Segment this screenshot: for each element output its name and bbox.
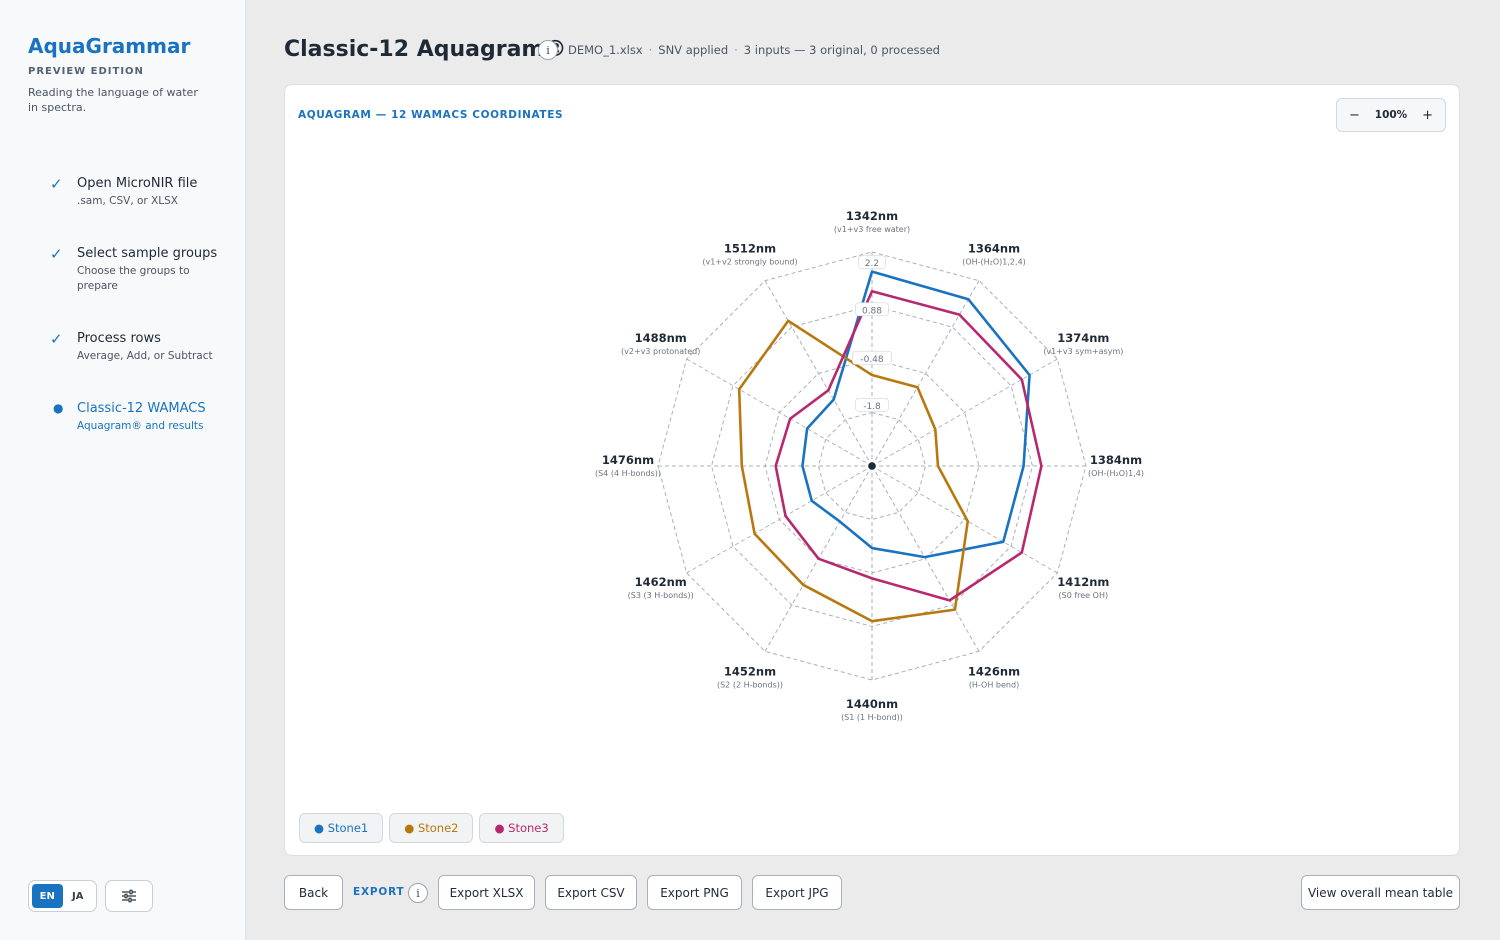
lang-ja-button[interactable]: JA [63, 884, 94, 908]
axis-sublabel: (H-OH bend) [969, 680, 1019, 689]
legend-chip-stone2[interactable]: ● Stone2 [389, 813, 474, 843]
check-icon: ✓ [50, 330, 63, 348]
step-title: Process rows [77, 331, 161, 346]
axis-label: 1384nm [1090, 453, 1142, 467]
export-xlsx-button[interactable]: Export XLSX [438, 875, 535, 910]
legend-label: Stone2 [417, 821, 459, 835]
center-dot [868, 462, 876, 470]
inputs-summary: 3 inputs — 3 original, 0 processed [743, 43, 940, 57]
step-select-groups[interactable]: ✓ Select sample groups Choose the groups… [50, 245, 230, 294]
axis-label: 1364nm [968, 242, 1020, 256]
sidebar: AquaGrammar PREVIEW EDITION Reading the … [0, 0, 246, 940]
axis-label: 1374nm [1057, 331, 1109, 345]
aquagram-card: AQUAGRAM — 12 WAMACS COORDINATES − 100% … [284, 84, 1460, 856]
check-icon: ✓ [50, 245, 63, 263]
axis-sublabel: (S4 (4 H-bonds)) [595, 469, 661, 478]
legend-label: Stone1 [327, 821, 369, 835]
axis-label: 1412nm [1057, 575, 1109, 589]
export-info-icon[interactable]: i [408, 883, 428, 903]
export-png-button[interactable]: Export PNG [647, 875, 742, 910]
legend: ● Stone1 ● Stone2 ● Stone3 [299, 813, 564, 843]
app-name: AquaGrammar [28, 34, 191, 58]
export-csv-button[interactable]: Export CSV [545, 875, 637, 910]
series-line-stone1 [801, 270, 1031, 559]
axis-sublabel: (S1 (1 H-bond)) [841, 713, 903, 722]
step-subtitle: Aquagram® and results [77, 420, 204, 432]
check-icon: ✓ [50, 175, 63, 193]
axis-sublabel: (v1+v3 sym+asym) [1043, 347, 1123, 356]
app-edition: PREVIEW EDITION [28, 66, 144, 77]
legend-label: Stone3 [508, 821, 549, 835]
active-dot-icon: ● [53, 401, 64, 415]
export-label: EXPORT [353, 886, 405, 898]
step-title: Open MicroNIR file [77, 176, 198, 191]
step-subtitle: Average, Add, or Subtract [77, 350, 213, 362]
back-button[interactable]: Back [284, 875, 343, 910]
legend-chip-stone1[interactable]: ● Stone1 [299, 813, 384, 843]
settings-button[interactable] [105, 880, 153, 912]
view-mean-table-button[interactable]: View overall mean table [1301, 875, 1460, 910]
app-tagline: Reading the language of water in spectra… [28, 86, 198, 114]
axis-sublabel: (v2+v3 protonated) [621, 347, 700, 356]
step-process-rows[interactable]: ✓ Process rows Average, Add, or Subtract [50, 330, 230, 364]
axis-label: 1452nm [724, 664, 776, 678]
axis-label: 1462nm [635, 575, 687, 589]
export-jpg-button[interactable]: Export JPG [752, 875, 842, 910]
tick-label: 0.88 [862, 306, 882, 316]
axis-label: 1440nm [846, 697, 898, 711]
tick-label: -0.48 [860, 355, 884, 365]
axis-sublabel: (OH-(H₂O)1,4) [1088, 469, 1144, 478]
axis-sublabel: (OH-(H₂O)1,2,4) [962, 258, 1026, 267]
step-open-file[interactable]: ✓ Open MicroNIR file .sam, CSV, or XLSX [50, 175, 230, 209]
file-meta: DEMO_1.xlsx · SNV applied · 3 inputs — 3 ori… [568, 43, 940, 57]
axis-sublabel: (v1+v2 strongly bound) [702, 258, 797, 267]
axis-sublabel: (S2 (2 H-bonds)) [717, 680, 783, 689]
axis-label: 1426nm [968, 664, 1020, 678]
tick-label: 2.2 [865, 259, 879, 269]
tick-label: -1.8 [863, 402, 881, 412]
legend-chip-stone3[interactable]: ● Stone3 [479, 813, 564, 843]
step-title: Classic-12 WAMACS [77, 401, 206, 416]
step-title: Select sample groups [77, 246, 218, 261]
step-subtitle: .sam, CSV, or XLSX [77, 195, 178, 207]
axis-label: 1342nm [846, 209, 898, 223]
sliders-icon [122, 889, 136, 903]
preprocess-status: SNV applied [658, 43, 729, 57]
legend-dot-icon: ● [404, 821, 418, 835]
step-subtitle: Choose the groups to prepare [77, 265, 190, 292]
axis-sublabel: (v1+v3 free water) [834, 225, 910, 234]
axis-sublabel: (S3 (3 H-bonds)) [628, 591, 694, 600]
axis-sublabel: (S0 free OH) [1059, 591, 1109, 600]
legend-dot-icon: ● [314, 821, 328, 835]
page-title: Classic-12 Aquagram® [284, 37, 567, 62]
axis-label: 1488nm [635, 331, 687, 345]
legend-dot-icon: ● [494, 821, 509, 835]
axis-label: 1476nm [602, 453, 654, 467]
step-wamacs[interactable]: ● Classic-12 WAMACS Aquagram® and result… [50, 400, 230, 434]
language-toggle: EN JA [28, 880, 97, 912]
lang-en-button[interactable]: EN [32, 884, 63, 908]
series-line-stone2 [737, 319, 970, 623]
axis-label: 1512nm [724, 242, 776, 256]
info-icon[interactable]: i [538, 40, 558, 60]
aquagram-radar-chart: 2.2 0.88 -0.48 -1.8 1342nm (v1+v3 free water)… [595, 209, 1144, 722]
file-name: DEMO_1.xlsx [568, 43, 643, 57]
